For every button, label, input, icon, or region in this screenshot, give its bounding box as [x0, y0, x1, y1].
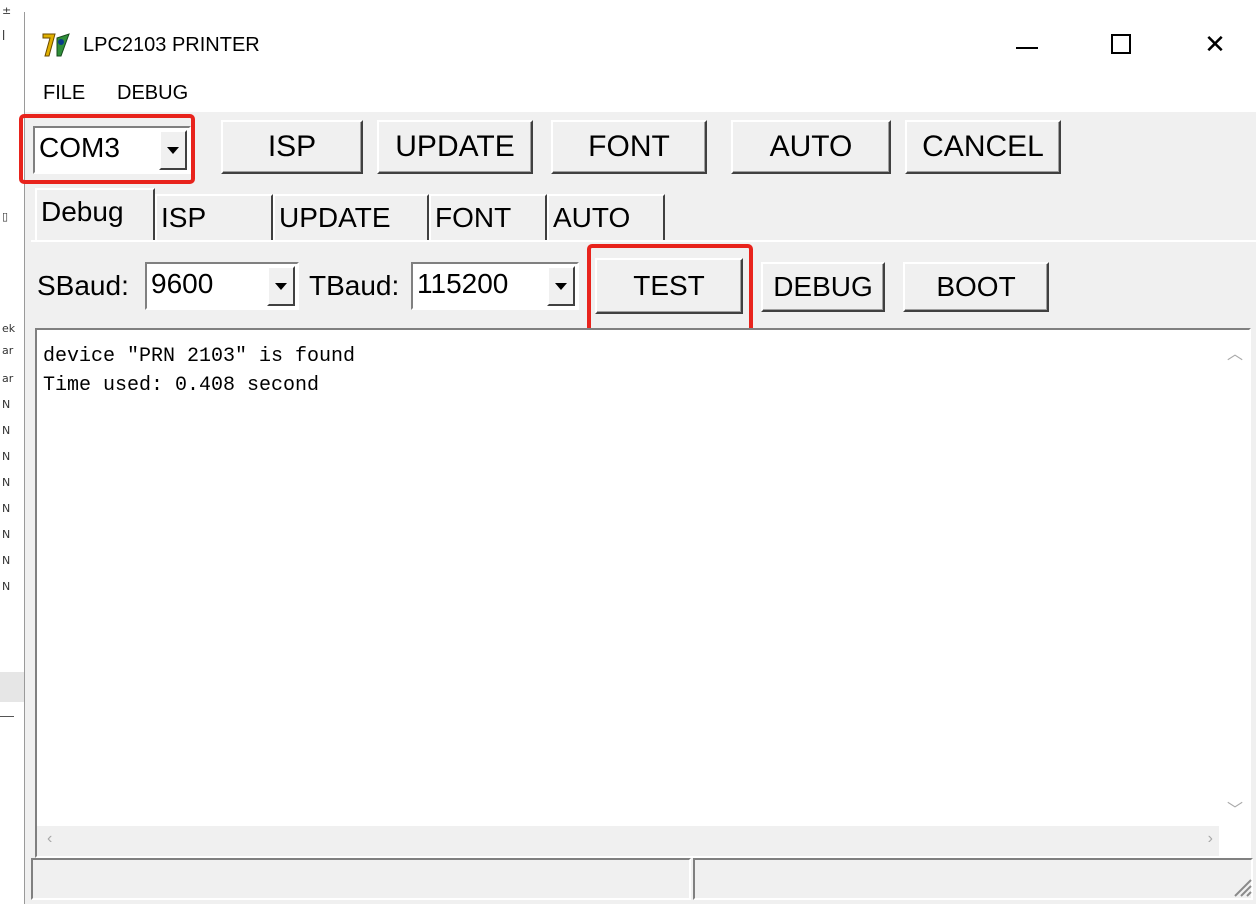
log-line: Time used: 0.408 second — [43, 374, 320, 397]
com-port-value: COM3 — [39, 132, 120, 163]
sbaud-value: 9600 — [151, 268, 214, 299]
tab-isp[interactable]: ISP — [155, 194, 273, 240]
sbaud-select[interactable]: 9600 — [145, 262, 299, 310]
debug-button[interactable]: DEBUG — [761, 262, 885, 312]
dropdown-arrow-icon[interactable] — [267, 266, 295, 306]
scroll-up-icon[interactable]: ︿ — [1227, 340, 1243, 364]
resize-grip-icon[interactable] — [1229, 874, 1253, 898]
font-button[interactable]: FONT — [551, 120, 707, 174]
log-lines: device "PRN 2103" is found Time used: 0.… — [43, 342, 355, 400]
cancel-button[interactable]: CANCEL — [905, 120, 1061, 174]
test-button[interactable]: TEST — [595, 258, 743, 314]
printer-tool-window: LPC2103 PRINTER ✕ FILE DEBUG COM3 ISP UP… — [19, 12, 1256, 904]
status-pane-left — [31, 858, 691, 900]
close-icon[interactable]: ✕ — [1185, 20, 1245, 68]
tab-panel-border — [31, 240, 1256, 242]
scroll-left-icon[interactable]: ‹ — [47, 830, 52, 848]
auto-button[interactable]: AUTO — [731, 120, 891, 174]
scroll-down-icon[interactable]: ﹀ — [1227, 796, 1243, 820]
menu-file[interactable]: FILE — [43, 82, 85, 105]
tab-update[interactable]: UPDATE — [273, 194, 429, 240]
sbaud-label: SBaud: — [37, 270, 129, 301]
dropdown-arrow-icon[interactable] — [159, 130, 187, 170]
scroll-right-icon[interactable]: › — [1208, 830, 1213, 848]
menu-bar: FILE DEBUG — [25, 76, 1256, 112]
window-title: LPC2103 PRINTER — [83, 34, 260, 56]
com-port-select[interactable]: COM3 — [33, 126, 191, 174]
log-line: device "PRN 2103" is found — [43, 345, 356, 368]
maximize-icon[interactable] — [1091, 20, 1151, 68]
app-icon — [42, 33, 70, 57]
boot-button[interactable]: BOOT — [903, 262, 1049, 312]
tab-auto[interactable]: AUTO — [547, 194, 665, 240]
minimize-icon[interactable] — [997, 20, 1057, 68]
log-output[interactable]: device "PRN 2103" is found Time used: 0.… — [35, 328, 1251, 858]
vertical-scrollbar[interactable]: ︿ ﹀ — [1219, 330, 1249, 826]
tbaud-value: 115200 — [417, 268, 509, 299]
dropdown-arrow-icon[interactable] — [547, 266, 575, 306]
tbaud-label: TBaud: — [309, 270, 400, 301]
title-bar[interactable]: LPC2103 PRINTER ✕ — [25, 12, 1256, 76]
tbaud-select[interactable]: 115200 — [411, 262, 579, 310]
menu-debug[interactable]: DEBUG — [117, 82, 188, 105]
status-pane-right — [693, 858, 1253, 900]
status-bar — [29, 858, 1256, 902]
update-button[interactable]: UPDATE — [377, 120, 533, 174]
background-window-edge: ± ꟾ ▯ ek ar ar N N N N N N N N — [0, 0, 24, 907]
tab-font[interactable]: FONT — [429, 194, 547, 240]
tab-debug[interactable]: Debug — [35, 188, 155, 242]
horizontal-scrollbar[interactable]: ‹ › — [37, 826, 1219, 856]
isp-button[interactable]: ISP — [221, 120, 363, 174]
